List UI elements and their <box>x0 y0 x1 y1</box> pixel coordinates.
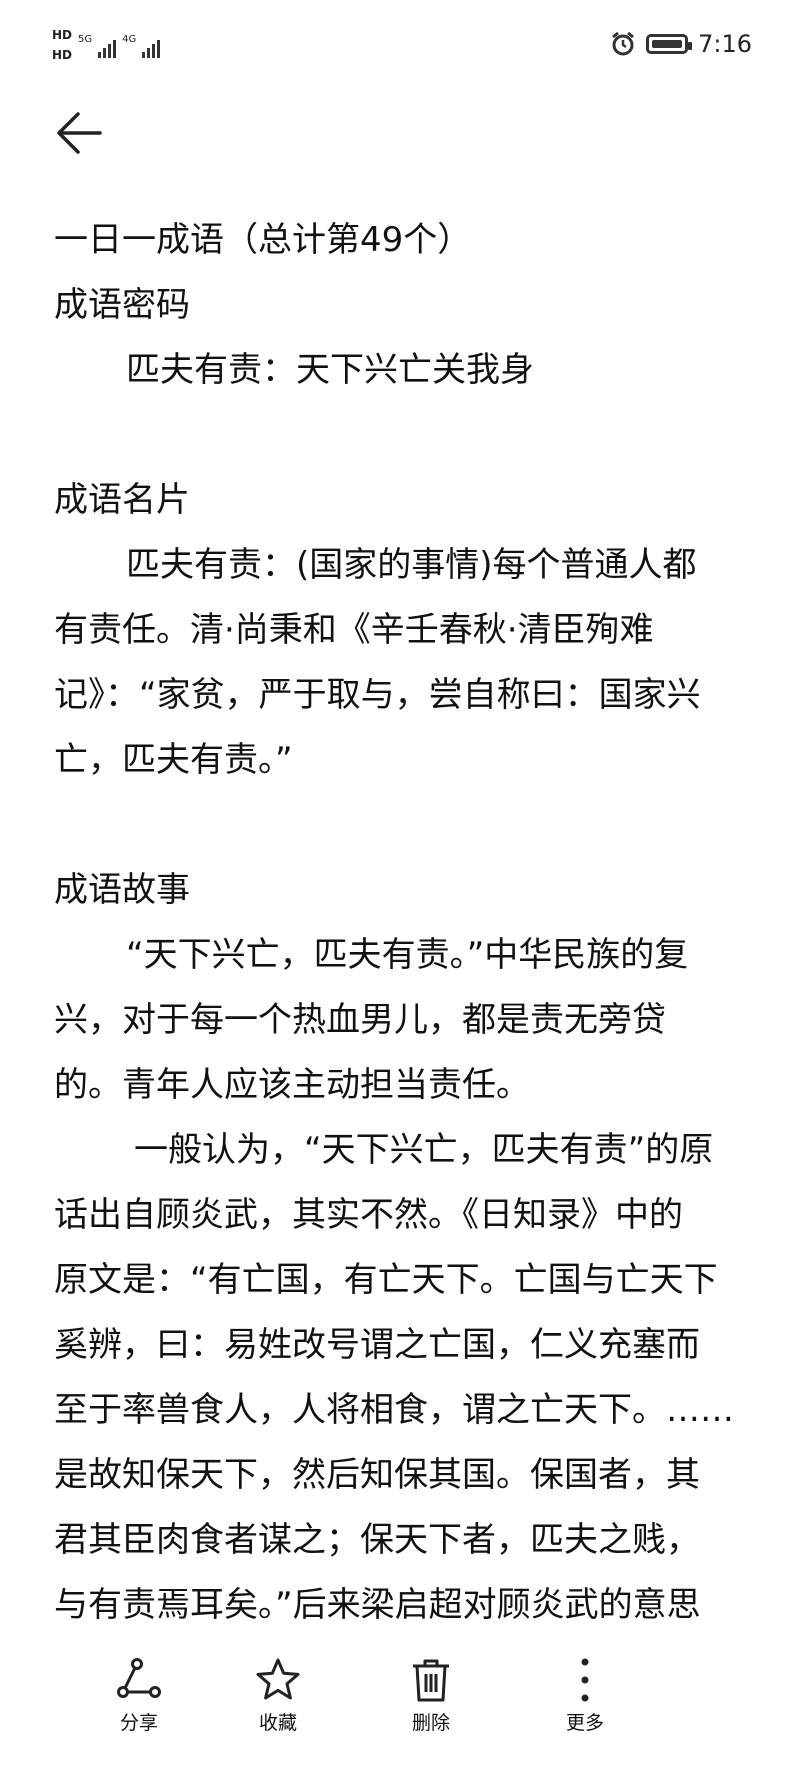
paragraph-line: “天下兴亡，匹夫有责。”中华民族的复 <box>126 935 689 975</box>
section-heading: 成语名片 <box>54 480 190 520</box>
share-icon <box>117 1658 161 1698</box>
paragraph-line: 是故知保天下，然后知保其国。保国者，其 <box>54 1455 700 1495</box>
paragraph-line: 原文是：“有亡国，有亡天下。亡国与亡天下 <box>54 1260 718 1300</box>
star-icon <box>256 1658 300 1700</box>
signal-area: HD HD 5G 4G <box>52 28 161 62</box>
delete-label: 删除 <box>411 1712 450 1734</box>
paragraph-line: 记》：“家贫，严于取与，尝自称曰：国家兴 <box>54 675 701 715</box>
network-4g-label: 4G <box>122 34 137 45</box>
share-label: 分享 <box>119 1712 158 1734</box>
more-button[interactable]: 更多 <box>525 1656 645 1735</box>
section-heading: 成语密码 <box>54 285 190 325</box>
hd-badge-2: HD <box>52 48 73 62</box>
back-arrow-icon[interactable] <box>54 108 104 158</box>
battery-icon <box>646 34 693 54</box>
paragraph-line: 兴，对于每一个热血男儿，都是责无旁贷 <box>54 1000 666 1040</box>
trash-icon <box>413 1659 449 1702</box>
paragraph-line: 亡，匹夫有责。” <box>54 740 293 780</box>
paragraph-line: 匹夫有责：天下兴亡关我身 <box>126 350 534 390</box>
alarm-icon <box>612 31 635 56</box>
clock: 7:16 <box>698 30 752 58</box>
paragraph-line: 有责任。清·尚秉和《辛壬春秋·清臣殉难 <box>54 610 654 650</box>
signal-bars-1-icon <box>98 36 117 58</box>
hd-badge-1: HD <box>52 28 73 42</box>
paragraph-line: 匹夫有责：(国家的事情)每个普通人都 <box>126 545 697 585</box>
paragraph-line: 奚辨，曰：易姓改号谓之亡国，仁义充塞而 <box>54 1325 700 1365</box>
paragraph-line: 至于率兽食人，人将相食，谓之亡天下。…… <box>54 1390 734 1430</box>
paragraph-line: 话出自顾炎武，其实不然。《日知录》中的 <box>54 1195 683 1235</box>
favorite-label: 收藏 <box>258 1712 297 1734</box>
more-vertical-icon <box>581 1658 589 1702</box>
status-bar: HD HD 5G 4G 7:16 <box>0 0 800 100</box>
signal-bars-2-icon <box>142 36 161 58</box>
section-heading: 成语故事 <box>54 870 190 910</box>
favorite-button[interactable]: 收藏 <box>218 1656 338 1735</box>
bottom-toolbar: 分享 收藏 删除 更多 <box>0 1650 800 1769</box>
paragraph-line: 与有责焉耳矣。”后来梁启超对顾炎武的意思 <box>54 1585 701 1625</box>
paragraph-line: 的。青年人应该主动担当责任。 <box>54 1065 530 1105</box>
delete-button[interactable]: 删除 <box>371 1656 491 1735</box>
more-label: 更多 <box>565 1712 604 1734</box>
share-button[interactable]: 分享 <box>79 1656 199 1735</box>
network-5g-label: 5G <box>78 34 93 45</box>
article-body: 一日一成语（总计第49个） 成语密码 匹夫有责：天下兴亡关我身 成语名片 匹夫有… <box>54 208 754 1638</box>
paragraph-line: 君其臣肉食者谋之；保天下者，匹夫之贱， <box>54 1520 700 1560</box>
paragraph-line: 一般认为，“天下兴亡，匹夫有责”的原 <box>134 1130 714 1170</box>
article-title: 一日一成语（总计第49个） <box>54 220 472 260</box>
